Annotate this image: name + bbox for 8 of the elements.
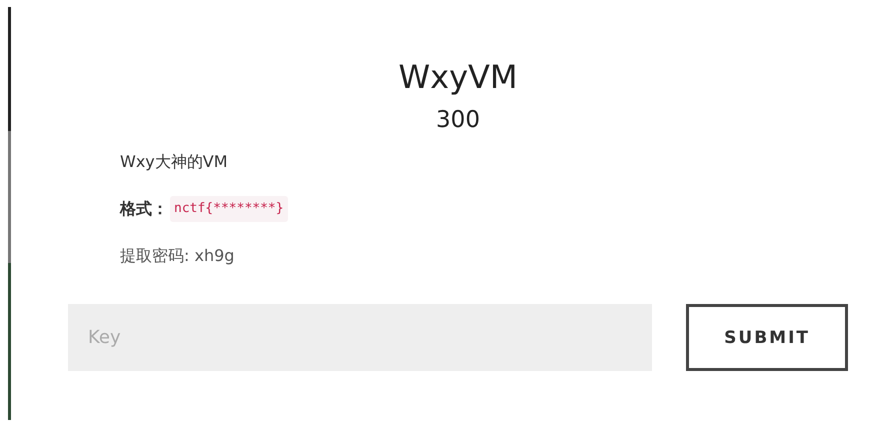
challenge-points: 300 — [435, 106, 481, 135]
flag-format-code: nctf{********} — [170, 196, 288, 222]
description-text: 提取密码: xh9g — [120, 246, 234, 265]
format-label: 格式： — [120, 198, 168, 220]
key-input[interactable]: Key — [68, 304, 652, 371]
challenge-title: WxyVM — [397, 57, 518, 98]
description-text: Wxy大神的VM — [120, 152, 228, 171]
submit-button[interactable]: SUBMIT — [686, 304, 848, 371]
